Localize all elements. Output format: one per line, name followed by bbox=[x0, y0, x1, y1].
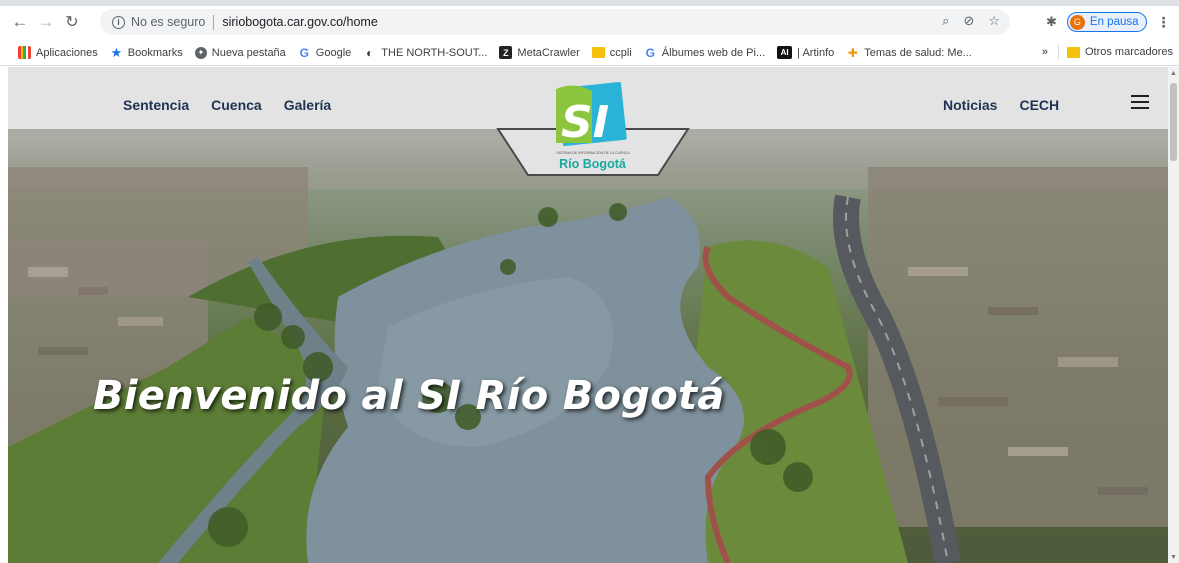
address-bar[interactable]: i No es seguro siriobogota.car.gov.co/ho… bbox=[100, 9, 1010, 35]
bookmark-artinfo[interactable]: AI | Artinfo bbox=[777, 46, 834, 59]
bookmark-star-icon[interactable]: ☆ bbox=[988, 13, 1000, 29]
bookmarks-bar: Aplicaciones ★ Bookmarks ✦ Nueva pestaña G… bbox=[0, 40, 1179, 66]
bookmark-north-south[interactable]: ◐ THE NORTH-SOUT... bbox=[363, 45, 487, 60]
bookmarks-overflow-button[interactable]: » bbox=[1042, 46, 1048, 58]
bookmark-metacrawler[interactable]: Z MetaCrawler bbox=[499, 46, 580, 59]
scroll-down-arrow-icon[interactable]: ▼ bbox=[1170, 554, 1177, 561]
extensions-puzzle-icon[interactable]: ✱ bbox=[1046, 14, 1057, 30]
bookmark-temas-salud[interactable]: ✚ Temas de salud: Me... bbox=[846, 45, 972, 60]
forward-arrow-icon[interactable]: → bbox=[35, 11, 57, 33]
url-text[interactable]: siriobogota.car.gov.co/home bbox=[222, 15, 377, 29]
north-south-icon: ◐ bbox=[366, 45, 374, 60]
hero-title: Bienvenido al SI Río Bogotá bbox=[93, 373, 725, 419]
bookmark-google[interactable]: G Google bbox=[298, 45, 352, 60]
avatar: G bbox=[1069, 14, 1085, 30]
folder-icon bbox=[1066, 46, 1080, 58]
svg-text:SI: SI bbox=[561, 97, 609, 148]
page-scrollbar[interactable]: ▲ ▼ bbox=[1168, 67, 1179, 563]
si-logo-icon[interactable]: SI bbox=[556, 82, 627, 148]
bookmark-bookmarks[interactable]: ★ Bookmarks bbox=[110, 44, 182, 60]
bookmark-apps[interactable]: Aplicaciones bbox=[18, 46, 98, 59]
other-bookmarks[interactable]: Otros marcadores bbox=[1085, 46, 1173, 58]
scroll-up-arrow-icon[interactable]: ▲ bbox=[1170, 70, 1177, 77]
star-icon: ★ bbox=[110, 44, 123, 60]
bookmark-ccpli[interactable]: ccpli bbox=[591, 47, 632, 59]
bookmark-new-tab[interactable]: ✦ Nueva pestaña bbox=[194, 46, 286, 59]
google-icon: G bbox=[645, 45, 655, 60]
scroll-thumb[interactable] bbox=[1170, 83, 1177, 161]
metacrawler-icon: Z bbox=[499, 46, 513, 59]
back-arrow-icon[interactable]: ← bbox=[9, 11, 31, 33]
health-icon: ✚ bbox=[847, 45, 858, 60]
google-icon: G bbox=[299, 45, 309, 60]
logo-name[interactable]: Río Bogotá bbox=[550, 157, 635, 171]
artinfo-icon: AI bbox=[777, 46, 793, 59]
info-icon[interactable]: i bbox=[112, 15, 125, 29]
zoom-icon[interactable]: ⌕ bbox=[942, 13, 949, 29]
bookmarks-divider bbox=[1057, 45, 1059, 59]
globe-icon: ✦ bbox=[194, 46, 207, 59]
page-viewport: Sentencia Cuenca Galería Noticias CECH S… bbox=[8, 67, 1168, 563]
folder-icon bbox=[591, 47, 605, 58]
browser-toolbar: ← → ↻ i No es seguro siriobogota.car.gov… bbox=[0, 6, 1179, 38]
omnibox-separator bbox=[213, 14, 215, 30]
menu-kebab-icon[interactable]: ⋮ bbox=[1157, 14, 1171, 31]
security-status[interactable]: No es seguro bbox=[131, 15, 205, 29]
apps-icon bbox=[18, 46, 31, 59]
profile-button[interactable]: G En pausa bbox=[1066, 12, 1147, 32]
tracking-off-icon[interactable]: ⊘ bbox=[963, 13, 974, 29]
reload-icon[interactable]: ↻ bbox=[61, 11, 83, 33]
profile-status: En pausa bbox=[1089, 16, 1139, 28]
logo-subtitle: SISTEMA DE INFORMACIÓN DE LA CUENCA bbox=[556, 151, 630, 155]
bookmark-albumes[interactable]: G Álbumes web de Pi... bbox=[644, 45, 766, 60]
